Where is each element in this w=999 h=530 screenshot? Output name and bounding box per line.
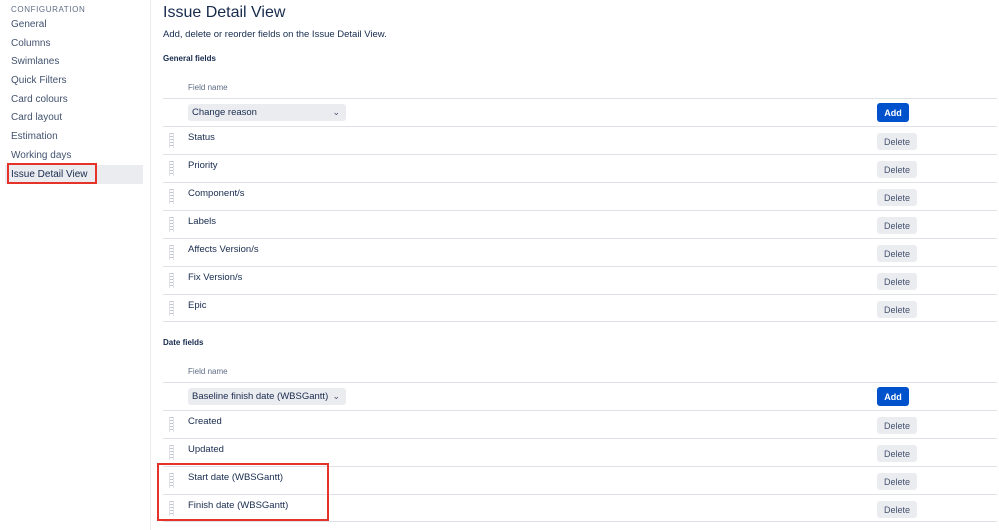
sidebar-item-quick-filters[interactable]: Quick Filters — [5, 71, 143, 90]
chevron-down-icon: ⌄ — [332, 107, 340, 117]
field-label: Component/s — [188, 188, 245, 199]
general-fields-title: General fields — [163, 54, 216, 63]
delete-button[interactable]: Delete — [877, 273, 917, 290]
main-content: Issue Detail View Add, delete or reorder… — [163, 0, 999, 530]
field-label: Epic — [188, 300, 207, 311]
page-title: Issue Detail View — [163, 4, 286, 21]
date-field-name-header: Field name — [188, 367, 228, 376]
delete-button[interactable]: Delete — [877, 445, 917, 462]
table-row: Component/s Delete — [163, 182, 997, 210]
sidebar-highlight-annotation — [7, 163, 97, 184]
delete-button[interactable]: Delete — [877, 473, 917, 490]
sidebar-heading: CONFIGURATION — [11, 5, 86, 14]
date-fields-highlight-annotation — [157, 463, 329, 521]
field-label: Affects Version/s — [188, 244, 259, 255]
drag-handle-icon[interactable] — [169, 273, 174, 288]
general-field-select-value: Change reason — [192, 107, 257, 118]
field-label: Created — [188, 416, 222, 427]
field-label: Status — [188, 132, 215, 143]
page-description: Add, delete or reorder fields on the Iss… — [163, 29, 387, 40]
field-label: Fix Version/s — [188, 272, 243, 283]
sidebar-item-swimlanes[interactable]: Swimlanes — [5, 52, 143, 71]
drag-handle-icon[interactable] — [169, 161, 174, 176]
delete-button[interactable]: Delete — [877, 189, 917, 206]
date-add-button[interactable]: Add — [877, 387, 909, 406]
table-row: Created Delete — [163, 410, 997, 438]
drag-handle-icon[interactable] — [169, 445, 174, 460]
sidebar-item-columns[interactable]: Columns — [5, 34, 143, 53]
table-row: Priority Delete — [163, 154, 997, 182]
table-row: Fix Version/s Delete — [163, 266, 997, 294]
table-row: Status Delete — [163, 126, 997, 154]
field-label: Labels — [188, 216, 216, 227]
delete-button[interactable]: Delete — [877, 417, 917, 434]
sidebar-item-estimation[interactable]: Estimation — [5, 127, 143, 146]
drag-handle-icon[interactable] — [169, 301, 174, 316]
drag-handle-icon[interactable] — [169, 217, 174, 232]
general-field-name-header: Field name — [188, 83, 228, 92]
sidebar-item-card-layout[interactable]: Card layout — [5, 108, 143, 127]
general-add-button[interactable]: Add — [877, 103, 909, 122]
drag-handle-icon[interactable] — [169, 133, 174, 148]
delete-button[interactable]: Delete — [877, 501, 917, 518]
delete-button[interactable]: Delete — [877, 301, 917, 318]
delete-button[interactable]: Delete — [877, 245, 917, 262]
sidebar: CONFIGURATION General Columns Swimlanes … — [0, 0, 151, 530]
drag-handle-icon[interactable] — [169, 189, 174, 204]
general-add-row: Change reason ⌄ Add — [163, 98, 997, 126]
date-field-select[interactable]: Baseline finish date (WBSGantt) ⌄ — [188, 388, 346, 405]
date-field-select-value: Baseline finish date (WBSGantt) — [192, 391, 329, 402]
date-fields-title: Date fields — [163, 338, 204, 347]
delete-button[interactable]: Delete — [877, 133, 917, 150]
table-row: Affects Version/s Delete — [163, 238, 997, 266]
general-field-select[interactable]: Change reason ⌄ — [188, 104, 346, 121]
date-add-row: Baseline finish date (WBSGantt) ⌄ Add — [163, 382, 997, 410]
drag-handle-icon[interactable] — [169, 417, 174, 432]
chevron-down-icon: ⌄ — [332, 391, 340, 401]
table-row: Labels Delete — [163, 210, 997, 238]
field-label: Priority — [188, 160, 218, 171]
table-row: Updated Delete — [163, 438, 997, 466]
table-row: Epic Delete — [163, 294, 997, 322]
sidebar-item-general[interactable]: General — [5, 15, 143, 34]
sidebar-item-card-colours[interactable]: Card colours — [5, 90, 143, 109]
drag-handle-icon[interactable] — [169, 245, 174, 260]
delete-button[interactable]: Delete — [877, 161, 917, 178]
delete-button[interactable]: Delete — [877, 217, 917, 234]
field-label: Updated — [188, 444, 224, 455]
